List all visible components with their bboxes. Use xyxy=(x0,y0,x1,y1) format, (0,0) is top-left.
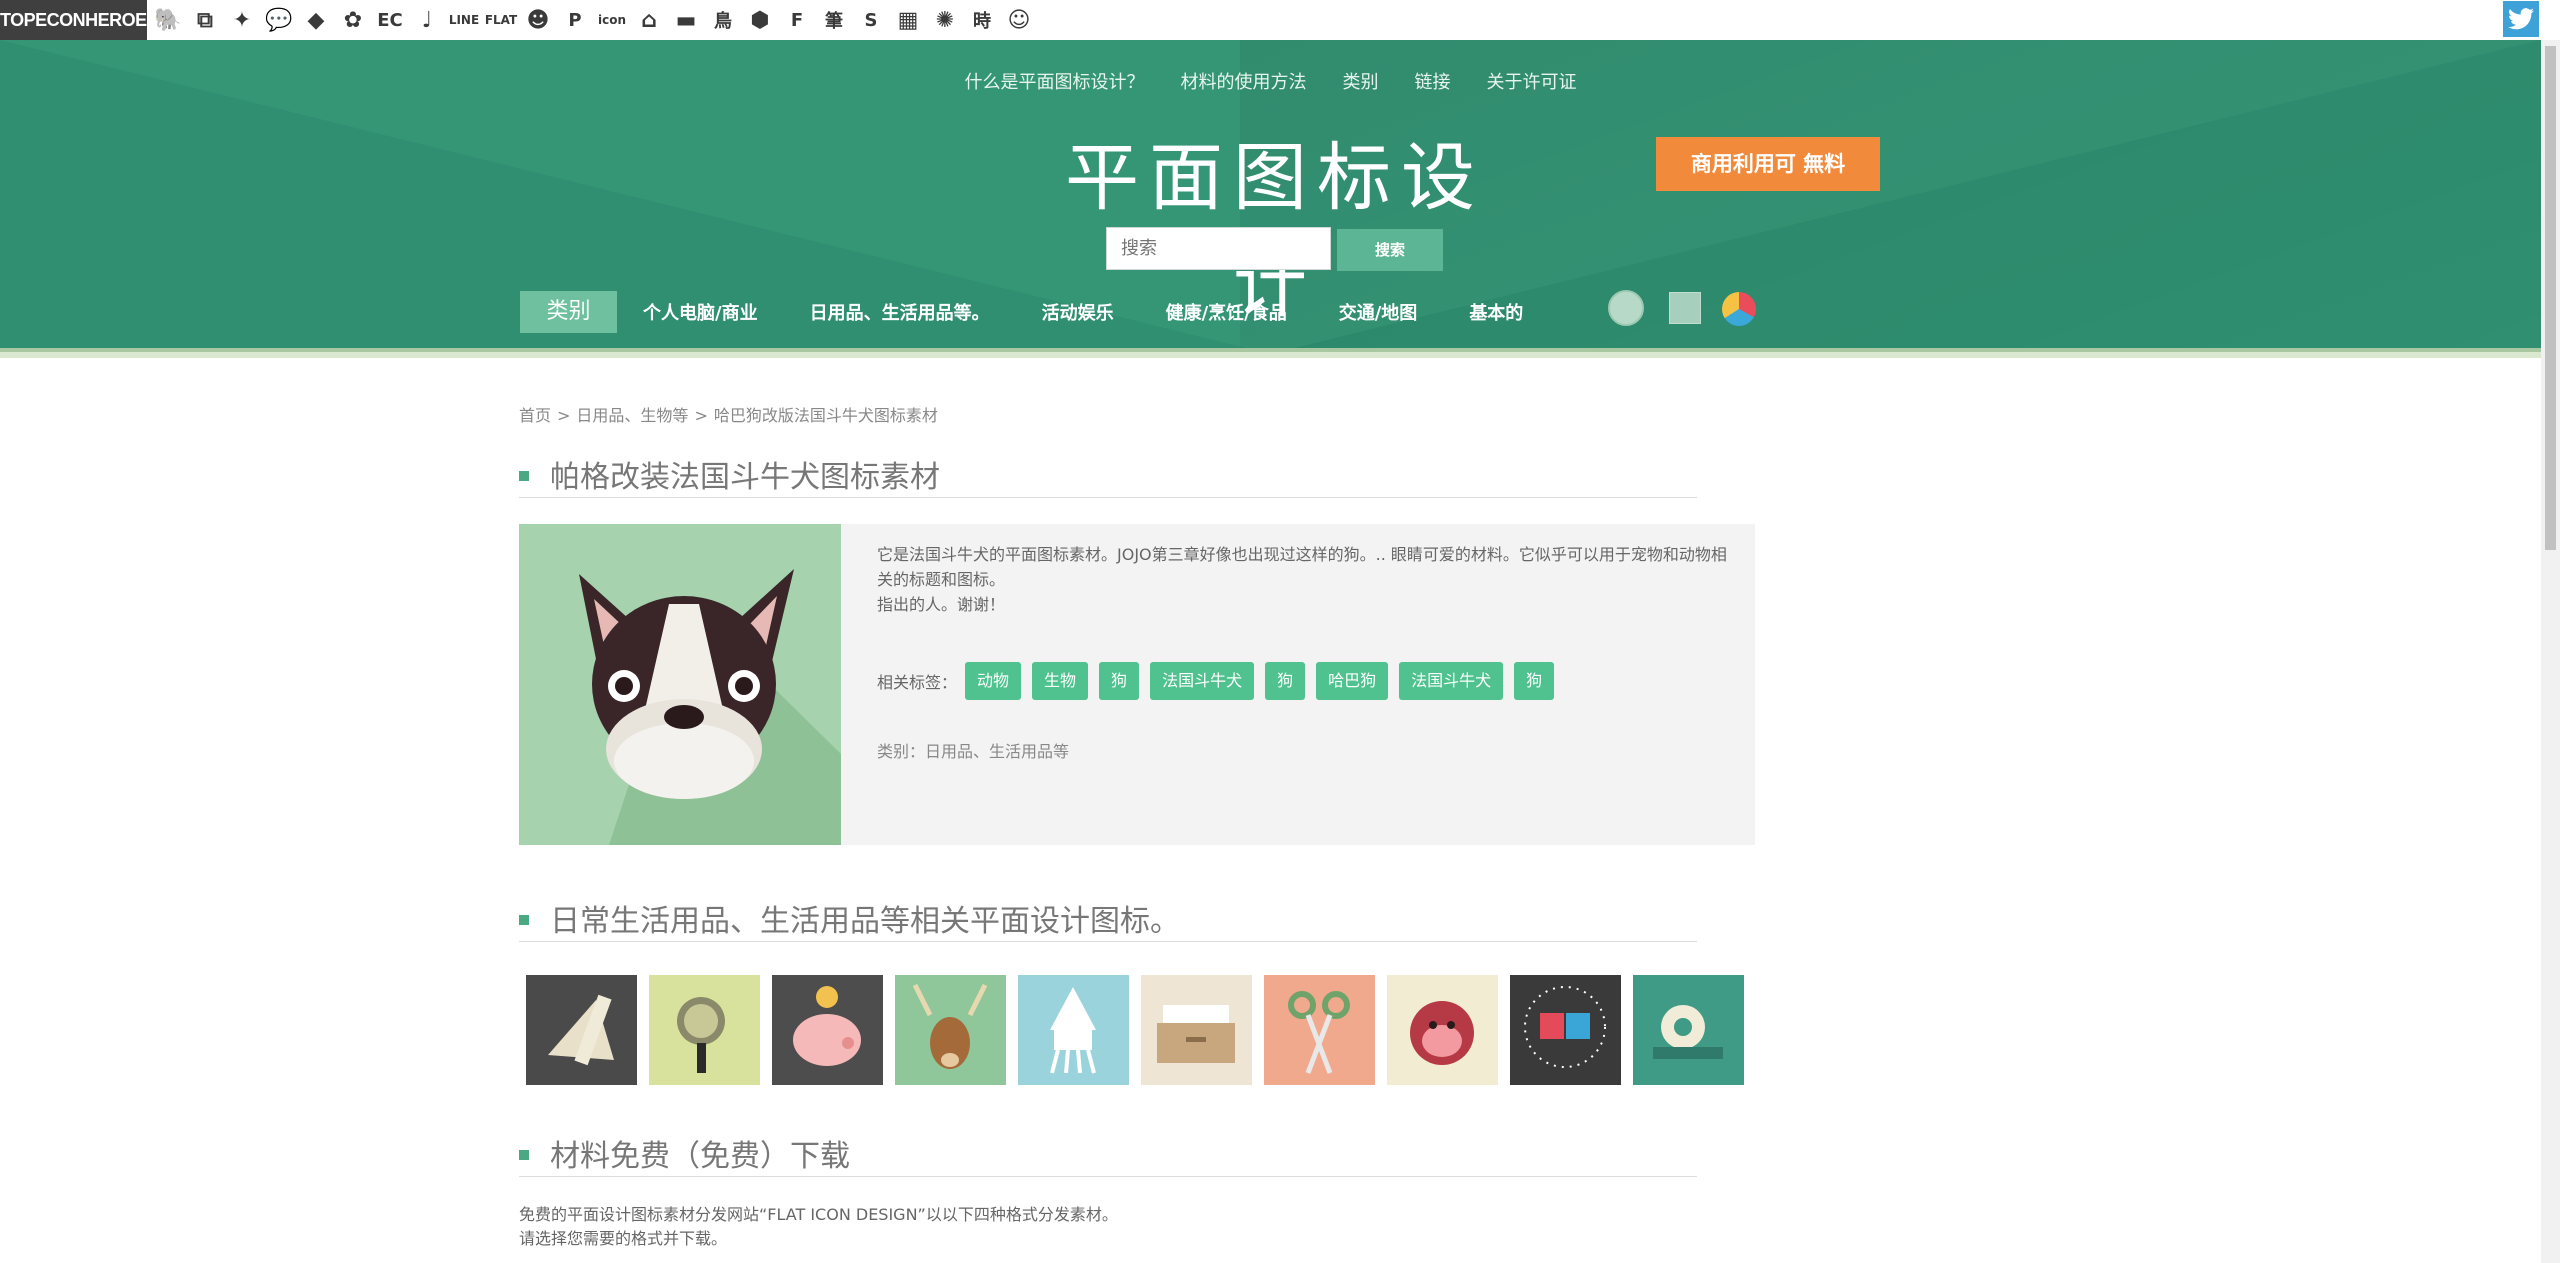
sofa-icon[interactable]: ▬ xyxy=(670,4,702,36)
s-letter-icon[interactable]: S xyxy=(855,4,887,36)
tag-dog-2[interactable]: 狗 xyxy=(1265,662,1306,700)
breadcrumb-separator: > xyxy=(694,406,708,425)
nav-license[interactable]: 关于许可证 xyxy=(1485,68,1579,94)
page-scrollbar[interactable] xyxy=(2541,40,2560,1263)
related-title: 日常生活用品、生活用品等相关平面设计图标。 xyxy=(519,896,1180,940)
category-line-link[interactable]: 日用品、生活用品等 xyxy=(925,742,1069,761)
breadcrumb-current: 哈巴狗改版法国斗牛犬图标素材 xyxy=(713,406,938,425)
category-health-food[interactable]: 健康/烹饪/食品 xyxy=(1166,299,1287,325)
scrollbar-thumb[interactable] xyxy=(2545,46,2556,550)
tag-french-bulldog[interactable]: 法国斗牛犬 xyxy=(1150,662,1255,700)
twitter-icon[interactable] xyxy=(2503,1,2539,37)
music-note-icon[interactable]: ♩ xyxy=(411,4,443,36)
item-title-text: 帕格改装法国斗牛犬图标素材 xyxy=(550,460,940,495)
description-thanks: 指出的人。谢谢！ xyxy=(877,595,1006,614)
site-icon-list: 🐘 ⧉ ✦ 💬 ◆ ✿ EC ♩ LINE FLAT ☻ Picon ⌂ ▬ 鳥 ⬢ F 筆 S ▦ ✺ 時 ☺ xyxy=(152,4,1040,36)
item-category: 类别：日用品、生活用品等 xyxy=(877,738,1069,762)
circle-style-button[interactable] xyxy=(1608,290,1644,326)
heading-bullet xyxy=(519,470,529,481)
nav-usage[interactable]: 材料的使用方法 xyxy=(1179,68,1309,94)
tag-dog-3[interactable]: 狗 xyxy=(1514,662,1555,700)
item-detail-panel: 它是法国斗牛犬的平面图标素材。JOJO第三章好像也出现过这样的狗。.. 眼睛可爱… xyxy=(519,524,1755,845)
breadcrumb-home[interactable]: 首页 xyxy=(519,406,551,425)
download-line-2: 请选择您需要的格式并下载。 xyxy=(519,1229,728,1248)
scissors-icon[interactable] xyxy=(1264,975,1375,1085)
tag-animal[interactable]: 动物 xyxy=(965,662,1022,700)
related-title-text: 日常生活用品、生活用品等相关平面设计图标。 xyxy=(550,904,1180,939)
category-label[interactable]: 类别 xyxy=(520,291,617,333)
squid-icon[interactable] xyxy=(1018,975,1129,1085)
file-tray-icon[interactable] xyxy=(1141,975,1252,1085)
nav-category[interactable]: 类别 xyxy=(1341,68,1381,94)
category-navigation: 类别 个人电脑/商业 日用品、生活用品等。 活动娱乐 健康/烹饪/食品 交通/地… xyxy=(520,290,1575,334)
heading-bullet xyxy=(519,914,529,925)
elephant-icon[interactable]: 🐘 xyxy=(152,4,184,36)
breadcrumb: 首页 > 日用品、生物等 > 哈巴狗改版法国斗牛犬图标素材 xyxy=(519,402,938,426)
color-style-button[interactable] xyxy=(1722,292,1756,326)
magnifier-icon[interactable] xyxy=(649,975,760,1085)
bird-kanji-icon[interactable]: 鳥 xyxy=(707,4,739,36)
parking-icon[interactable]: P xyxy=(559,4,591,36)
smile-icon[interactable]: ☻ xyxy=(522,4,554,36)
nav-links[interactable]: 链接 xyxy=(1413,68,1453,94)
tag-dog[interactable]: 狗 xyxy=(1099,662,1140,700)
category-pc-business[interactable]: 个人电脑/商业 xyxy=(643,299,758,325)
download-title: 材料免费（免费）下载 xyxy=(519,1131,850,1175)
tag-pug[interactable]: 哈巴狗 xyxy=(1316,662,1389,700)
f-letter-icon[interactable]: F xyxy=(781,4,813,36)
fish-icon[interactable]: ◆ xyxy=(300,4,332,36)
item-description: 它是法国斗牛犬的平面图标素材。JOJO第三章好像也出现过这样的狗。.. 眼睛可爱… xyxy=(877,542,1737,617)
speech-bubble-icon[interactable]: 💬 xyxy=(263,4,295,36)
breadcrumb-separator: > xyxy=(557,406,571,425)
topeconheroes-logo[interactable]: TOPECONHEROES xyxy=(0,0,159,40)
line-icon[interactable]: LINE xyxy=(448,4,480,36)
top-navigation: 什么是平面图标设计？ 材料的使用方法 类别 链接 关于许可证 xyxy=(0,68,2541,94)
piggy-bank-icon[interactable] xyxy=(772,975,883,1085)
tag-creature[interactable]: 生物 xyxy=(1032,662,1089,700)
face-icon[interactable]: ☺ xyxy=(1003,4,1035,36)
hexagon-icon[interactable]: ⬢ xyxy=(744,4,776,36)
download-line-1: 免费的平面设计图标素材分发网站“FLAT ICON DESIGN”以以下四种格式… xyxy=(519,1205,1118,1224)
brush-kanji-icon[interactable]: 筆 xyxy=(818,4,850,36)
category-line-label: 类别： xyxy=(877,742,926,761)
item-title: 帕格改装法国斗牛犬图标素材 xyxy=(519,452,940,496)
copy-icon[interactable]: ⧉ xyxy=(189,4,221,36)
flower-icon[interactable]: ✿ xyxy=(337,4,369,36)
magnet-icon[interactable] xyxy=(1510,975,1621,1085)
description-text: 它是法国斗牛犬的平面图标素材。JOJO第三章好像也出现过这样的狗。.. 眼睛可爱… xyxy=(877,545,1727,589)
french-bulldog-image[interactable] xyxy=(519,524,841,845)
search-button[interactable]: 搜索 xyxy=(1337,229,1443,271)
sunburst-icon[interactable]: ✺ xyxy=(929,4,961,36)
icon-text-icon[interactable]: icon xyxy=(596,4,628,36)
heading-bullet xyxy=(519,1149,529,1160)
square-style-button[interactable] xyxy=(1669,292,1701,324)
nav-what-is-flat-icon[interactable]: 什么是平面图标设计？ xyxy=(963,68,1147,94)
tape-icon[interactable] xyxy=(1633,975,1744,1085)
dancer-icon[interactable]: ✦ xyxy=(226,4,258,36)
download-title-text: 材料免费（免费）下载 xyxy=(550,1139,850,1174)
ruler-set-icon[interactable] xyxy=(526,975,637,1085)
house-icon[interactable]: ⌂ xyxy=(633,4,665,36)
tag-french-bulldog-2[interactable]: 法国斗牛犬 xyxy=(1399,662,1504,700)
category-events[interactable]: 活动娱乐 xyxy=(1042,299,1114,325)
category-basic[interactable]: 基本的 xyxy=(1469,299,1523,325)
time-kanji-icon[interactable]: 時 xyxy=(966,4,998,36)
ec-icon[interactable]: EC xyxy=(374,4,406,36)
related-icon-list xyxy=(526,975,1756,1085)
deer-icon[interactable] xyxy=(895,975,1006,1085)
monkey-icon[interactable] xyxy=(1387,975,1498,1085)
download-description: 免费的平面设计图标素材分发网站“FLAT ICON DESIGN”以以下四种格式… xyxy=(519,1203,1118,1251)
commercial-use-button[interactable]: 商用利用可 無料 xyxy=(1656,137,1880,191)
category-daily-goods[interactable]: 日用品、生活用品等。 xyxy=(810,299,990,325)
flat-icon[interactable]: FLAT xyxy=(485,4,517,36)
site-network-bar: TOPECONHEROES 🐘 ⧉ ✦ 💬 ◆ ✿ EC ♩ LINE FLAT ☻ Picon ⌂ ▬ 鳥… xyxy=(0,0,2560,41)
tags-label: 相关标签： xyxy=(877,673,958,692)
breadcrumb-category[interactable]: 日用品、生物等 xyxy=(576,406,688,425)
category-transport-map[interactable]: 交通/地图 xyxy=(1339,299,1418,325)
grid-icon[interactable]: ▦ xyxy=(892,4,924,36)
related-tags: 相关标签： 动物 生物 狗 法国斗牛犬 狗 哈巴狗 法国斗牛犬 狗 xyxy=(877,662,1555,700)
search-input[interactable] xyxy=(1106,227,1331,270)
